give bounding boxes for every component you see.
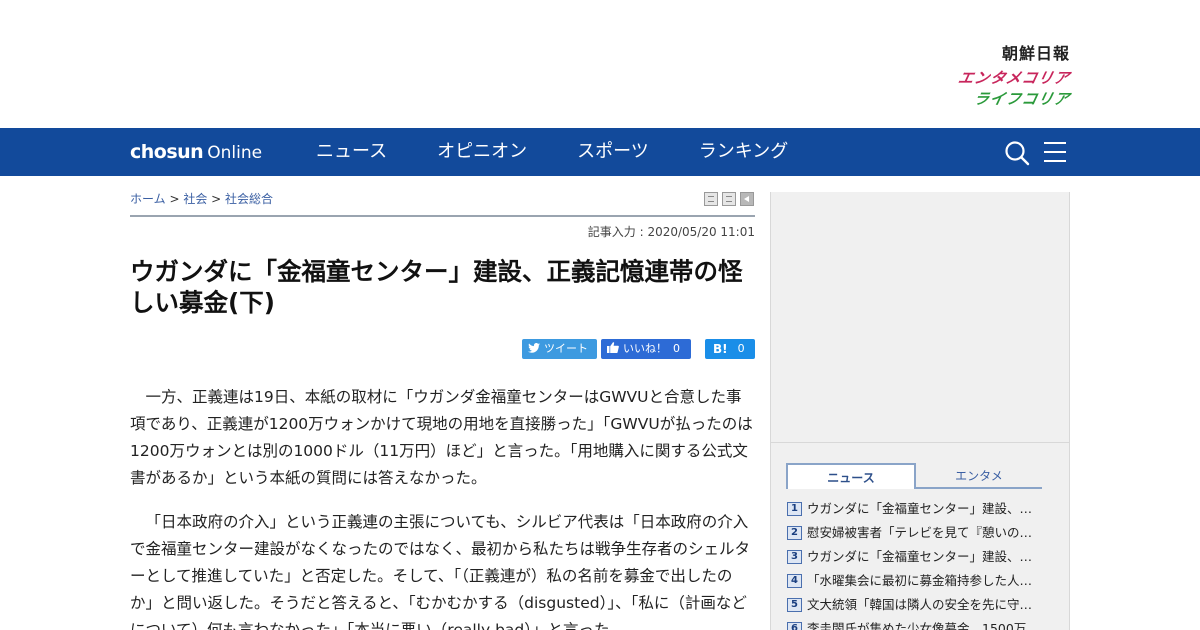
top-header: 朝鮮日報 エンタメコリア ライフコリア: [0, 0, 1200, 128]
ranking-item[interactable]: 6 李圭閔氏が集めた少女像募金、1500万: [787, 617, 1047, 630]
ranking-tabs: ニュース エンタメ: [786, 463, 1042, 489]
article-body: 一方、正義連は19日、本紙の取材に「ウガンダ金福童センターはGWVUと合意した事…: [130, 384, 755, 630]
like-count: 0: [673, 342, 680, 355]
rank-number: 3: [787, 550, 802, 564]
share-buttons: ツイート いいね！ 0 B! 0: [522, 339, 755, 359]
tweet-label: ツイート: [544, 342, 588, 355]
thumbs-up-icon: [607, 339, 619, 359]
like-button[interactable]: いいね！ 0: [601, 339, 691, 359]
chosun-ilbo-logo[interactable]: 朝鮮日報: [930, 44, 1070, 64]
rank-number: 1: [787, 502, 802, 516]
nav-item-sports[interactable]: スポーツ: [577, 128, 649, 176]
breadcrumb-home[interactable]: ホーム: [130, 192, 166, 206]
nav-item-ranking[interactable]: ランキング: [699, 128, 788, 176]
rank-title: 「水曜集会に最初に募金箱持参した人は」: [807, 573, 1043, 588]
search-icon[interactable]: [1004, 140, 1030, 166]
tab-entame[interactable]: エンタメ: [916, 463, 1042, 489]
article-tools: [704, 192, 754, 206]
breadcrumb: ホーム > 社会 > 社会総合: [130, 190, 273, 207]
chosun-online-logo[interactable]: chosun Online: [130, 138, 262, 166]
breadcrumb-separator: >: [165, 192, 184, 206]
advertisement-area: [770, 192, 1070, 443]
hamburger-menu-icon[interactable]: [1043, 141, 1067, 163]
back-arrow-icon[interactable]: [740, 192, 754, 206]
rank-title: 慰安婦被害者「テレビを見て『憩いの家』の実態を知った」: [807, 525, 1043, 540]
rank-title: ウガンダに「金福童センター」建設、正義記憶連帯の怪しい募金(上): [807, 501, 1043, 516]
tab-news[interactable]: ニュース: [786, 463, 916, 489]
print-icon[interactable]: [704, 192, 718, 206]
rank-title: 文大統領「韓国は隣人の安全を先に守った」: [807, 597, 1043, 612]
ranking-item[interactable]: 4 「水曜集会に最初に募金箱持参した人は」: [787, 569, 1047, 593]
title-divider: [130, 215, 755, 217]
ranking-widget: ニュース エンタメ 1 ウガンダに「金福童センター」建設、正義記憶連帯の怪しい募…: [770, 443, 1070, 630]
ranking-item[interactable]: 5 文大統領「韓国は隣人の安全を先に守った」: [787, 593, 1047, 617]
main-navbar: chosun Online ニュース オピニオン スポーツ ランキング: [0, 128, 1200, 176]
ranking-item[interactable]: 3 ウガンダに「金福童センター」建設、正義記憶連帯の怪しい募金(下): [787, 545, 1047, 569]
rank-number: 4: [787, 574, 802, 588]
hatena-bookmark-icon: B!: [713, 342, 728, 356]
rank-title: ウガンダに「金福童センター」建設、正義記憶連帯の怪しい募金(下): [807, 549, 1043, 564]
article-date: 記事入力 : 2020/05/20 11:01: [587, 225, 755, 239]
rank-number: 2: [787, 526, 802, 540]
rank-number: 5: [787, 598, 802, 612]
nav-item-news[interactable]: ニュース: [316, 128, 387, 176]
hatena-count: 0: [737, 342, 745, 355]
nav-menu: ニュース オピニオン スポーツ ランキング: [316, 128, 838, 176]
ranking-list: 1 ウガンダに「金福童センター」建設、正義記憶連帯の怪しい募金(上) 2 慰安婦…: [787, 497, 1047, 630]
breadcrumb-subsection[interactable]: 社会総合: [225, 192, 273, 206]
life-korea-logo[interactable]: ライフコリア: [928, 89, 1072, 109]
breadcrumb-section[interactable]: 社会: [183, 192, 207, 206]
article-paragraph: 「日本政府の介入」という正義連の主張についても、シルビア代表は「日本政府の介入で…: [130, 513, 751, 630]
partner-logos: 朝鮮日報 エンタメコリア ライフコリア: [928, 44, 1073, 109]
rank-number: 6: [787, 622, 802, 630]
brand-name: chosun: [130, 141, 204, 163]
twitter-bird-icon: [528, 339, 540, 359]
article-paragraph: 一方、正義連は19日、本紙の取材に「ウガンダ金福童センターはGWVUと合意した事…: [130, 388, 753, 487]
entame-korea-logo[interactable]: エンタメコリア: [928, 67, 1073, 89]
tweet-button[interactable]: ツイート: [522, 339, 597, 359]
nav-item-opinion[interactable]: オピニオン: [437, 128, 527, 176]
brand-suffix: Online: [207, 143, 263, 163]
ranking-item[interactable]: 1 ウガンダに「金福童センター」建設、正義記憶連帯の怪しい募金(上): [787, 497, 1047, 521]
breadcrumb-separator: >: [207, 192, 226, 206]
like-label: いいね！: [623, 342, 667, 355]
hatena-bookmark-button[interactable]: B! 0: [705, 339, 755, 359]
text-size-icon[interactable]: [722, 192, 736, 206]
article-headline: ウガンダに「金福童センター」建設、正義記憶連帯の怪しい募金(下): [130, 257, 743, 317]
ranking-item[interactable]: 2 慰安婦被害者「テレビを見て『憩いの家』の実態を知った」: [787, 521, 1047, 545]
rank-title: 李圭閔氏が集めた少女像募金、1500万: [807, 621, 1027, 630]
